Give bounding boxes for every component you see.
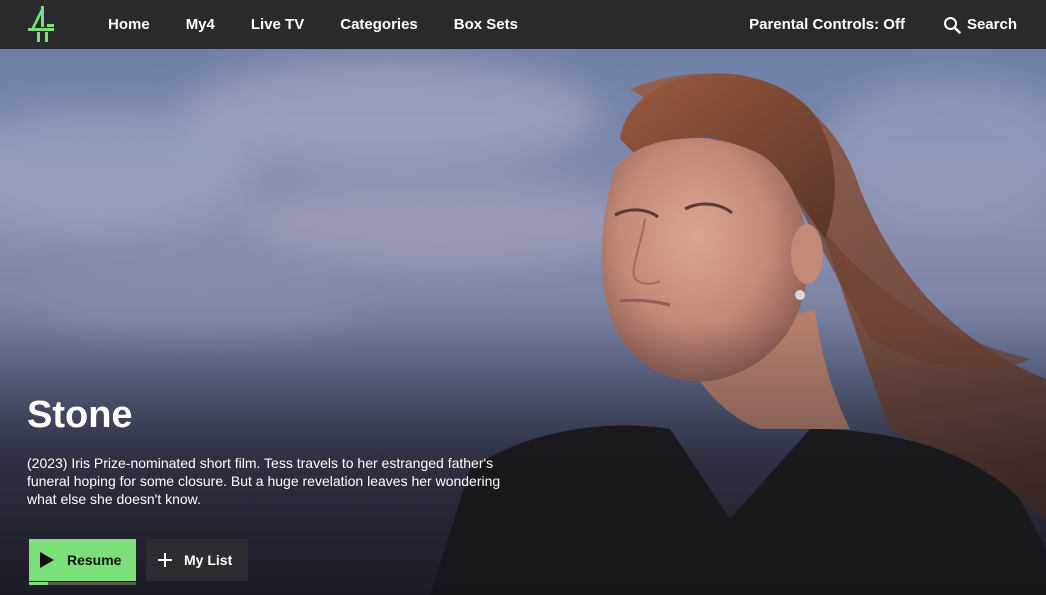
nav-link-categories[interactable]: Categories xyxy=(340,16,418,33)
search-icon xyxy=(943,16,961,34)
hero-banner[interactable]: Stone (2023) Iris Prize-nominated short … xyxy=(0,49,1046,595)
resume-label: Resume xyxy=(67,552,122,568)
nav-link-my4[interactable]: My4 xyxy=(186,16,215,33)
hero-portrait-image xyxy=(430,73,1046,595)
search-button[interactable]: Search xyxy=(943,16,1017,34)
sky-cloud xyxy=(30,259,370,339)
nav-links: Home My4 Live TV Categories Box Sets xyxy=(108,0,554,49)
hero-title: Stone xyxy=(27,394,133,436)
hero-actions: Resume My List xyxy=(29,539,249,585)
nav-link-live-tv[interactable]: Live TV xyxy=(251,16,304,33)
resume-progress-fill xyxy=(29,582,49,585)
nav-right: Parental Controls: Off Search xyxy=(749,0,1017,49)
channel4-logo[interactable] xyxy=(27,5,55,43)
hero-description: (2023) Iris Prize-nominated short film. … xyxy=(27,455,501,507)
nav-link-box-sets[interactable]: Box Sets xyxy=(454,16,518,33)
channel4-logo-icon xyxy=(28,6,54,42)
top-navigation-bar: Home My4 Live TV Categories Box Sets Par… xyxy=(0,0,1046,49)
resume-button[interactable]: Resume xyxy=(29,539,136,585)
my-list-label: My List xyxy=(184,552,233,568)
plus-icon xyxy=(158,553,172,567)
play-icon xyxy=(39,551,55,569)
parental-controls-link[interactable]: Parental Controls: Off xyxy=(749,16,905,33)
resume-progress-bar xyxy=(29,582,136,585)
search-label: Search xyxy=(966,16,1017,33)
nav-link-home[interactable]: Home xyxy=(108,16,150,33)
page: Home My4 Live TV Categories Box Sets Par… xyxy=(0,0,1046,595)
add-to-my-list-button[interactable]: My List xyxy=(146,539,249,581)
